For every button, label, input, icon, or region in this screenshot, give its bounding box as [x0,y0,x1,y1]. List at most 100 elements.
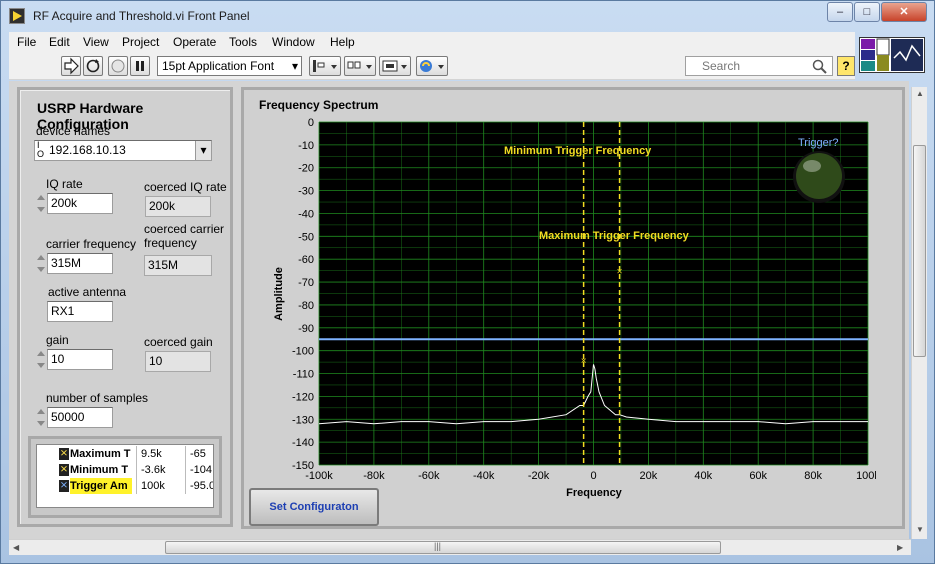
menu-bar: File Edit View Project Operate Tools Win… [9,32,855,52]
usrp-config-cluster: USRP Hardware Configuration device names… [17,87,233,527]
cursor-legend-table: ⨯ Maximum T 9.5k -65 ⨯ Minimum T -3.6k -… [36,444,214,508]
x-axis-ticks: -100k -80k -60k -40k -20k 0 20k 40k 60k 80k 100k [305,470,876,482]
x-tick-label: 0 [590,470,596,482]
iq-rate-stepper[interactable] [35,193,46,214]
y-tick-label: -70 [298,277,314,289]
abort-icon [111,59,125,73]
x-tick-label: -100k [305,470,333,482]
active-antenna-input[interactable]: RX1 [47,301,113,322]
distribute-objects-button[interactable] [344,56,376,76]
cursor-point-marker: × [617,267,623,278]
pause-icon [136,61,144,71]
cursor-x-value: -3.6k [136,462,182,478]
device-names-value: 192.168.10.13 [49,143,126,157]
resize-objects-icon [382,60,407,72]
maximize-button[interactable]: □ [854,2,880,22]
coerced-iq-rate-indicator: 200k [145,196,211,217]
cursor-name: Maximum T [70,448,131,460]
search-input[interactable]: Search [685,56,833,76]
grip-icon: ||| [434,541,442,551]
window-title: RF Acquire and Threshold.vi Front Panel [33,9,250,23]
carrier-frequency-stepper[interactable] [35,253,46,274]
x-tick-label: -80k [363,470,385,482]
toolbar: 15pt Application Font ▾ Search ? [9,52,855,80]
menu-window[interactable]: Window [272,35,315,49]
number-of-samples-label: number of samples [46,391,149,405]
menu-edit[interactable]: Edit [49,35,70,49]
cursor-y-value: -104. [185,462,213,478]
align-objects-icon [313,60,337,72]
run-arrow-icon [64,57,79,75]
coerced-gain-indicator: 10 [145,351,211,372]
x-tick-label: -20k [528,470,550,482]
carrier-frequency-input[interactable]: 315M [47,253,113,274]
run-button[interactable] [61,56,81,76]
gain-stepper[interactable] [35,349,46,370]
y-tick-label: -120 [292,391,314,403]
number-of-samples-stepper[interactable] [35,407,46,428]
font-select[interactable]: 15pt Application Font ▾ [157,56,302,76]
chevron-down-icon[interactable]: ▾ [195,141,211,160]
scroll-left-icon[interactable]: ◀ [13,543,19,552]
cursor-row[interactable]: ⨯ Minimum T -3.6k -104. [37,462,213,478]
menu-operate[interactable]: Operate [173,35,216,49]
y-tick-label: -90 [298,323,314,335]
resize-objects-button[interactable] [379,56,411,76]
y-tick-label: -100 [292,346,314,358]
iq-rate-label: IQ rate [46,177,83,191]
y-tick-label: -130 [292,414,314,426]
pause-button[interactable] [130,56,150,76]
menu-help[interactable]: Help [330,35,355,49]
y-tick-label: -60 [298,254,314,266]
device-names-control[interactable]: IO 192.168.10.13 ▾ [34,140,212,161]
search-placeholder: Search [702,59,741,73]
abort-button[interactable] [108,56,128,76]
cursor-x-value: 100k [136,478,182,494]
distribute-objects-icon [347,61,372,69]
x-tick-label: 40k [694,470,712,482]
scroll-right-icon[interactable]: ▶ [897,543,903,552]
window-frame: RF Acquire and Threshold.vi Front Panel … [0,0,935,564]
labview-app-icon [9,8,25,24]
gain-input[interactable]: 10 [47,349,113,370]
cursor-row[interactable]: ⨯ Maximum T 9.5k -65 [37,446,213,462]
vi-connector-icon [859,37,925,73]
max-trigger-annotation: Maximum Trigger Frequency [539,230,690,242]
graph-title: Frequency Spectrum [259,98,379,112]
spectrum-chart[interactable]: 0 -10 -20 -30 -40 -50 -60 -70 -80 -90 -100 -110 -120… [264,114,876,504]
set-configuration-button[interactable]: Set Configuraton [249,488,379,526]
horizontal-scrollbar[interactable]: ◀ ||| ▶ [9,539,911,555]
cursor-name: Minimum T [70,464,129,476]
active-antenna-label: active antenna [48,285,127,299]
title-bar: RF Acquire and Threshold.vi Front Panel … [1,1,934,31]
y-tick-label: -40 [298,208,314,220]
coerced-carrier-frequency-label: coerced carrier frequency [144,222,225,250]
reorder-button[interactable] [416,56,448,76]
gain-label: gain [46,333,69,347]
context-help-button[interactable]: ? [837,56,855,76]
close-button[interactable]: ✕ [881,2,927,22]
scroll-down-icon[interactable]: ▼ [916,525,924,534]
number-of-samples-input[interactable]: 50000 [47,407,113,428]
horizontal-scroll-thumb[interactable]: ||| [165,541,721,554]
menu-file[interactable]: File [17,35,36,49]
minimize-button[interactable]: – [827,2,853,22]
align-objects-button[interactable] [309,56,341,76]
y-tick-label: -20 [298,163,314,175]
scroll-up-icon[interactable]: ▲ [916,89,924,98]
x-tick-label: 20k [640,470,658,482]
frequency-spectrum-graph: Frequency Spectrum 0 -10 -20 -30 -40 -50 -60 -7… [241,87,905,529]
menu-project[interactable]: Project [122,35,159,49]
menu-tools[interactable]: Tools [229,35,257,49]
run-continuously-button[interactable] [83,56,103,76]
y-axis-ticks: 0 -10 -20 -30 -40 -50 -60 -70 -80 -90 -100 -110 -120… [292,117,314,472]
reorder-icon [420,60,444,72]
menu-view[interactable]: View [83,35,109,49]
cursor-marker-icon: ⨯ [59,464,69,476]
cursor-row[interactable]: ⨯ Trigger Am 100k -95.0 [37,478,213,494]
iq-rate-input[interactable]: 200k [47,193,113,214]
y-tick-label: -50 [298,231,314,243]
vertical-scrollbar[interactable]: ▲ ▼ [911,87,927,539]
vertical-scroll-thumb[interactable] [913,145,926,357]
x-tick-label: 60k [749,470,767,482]
